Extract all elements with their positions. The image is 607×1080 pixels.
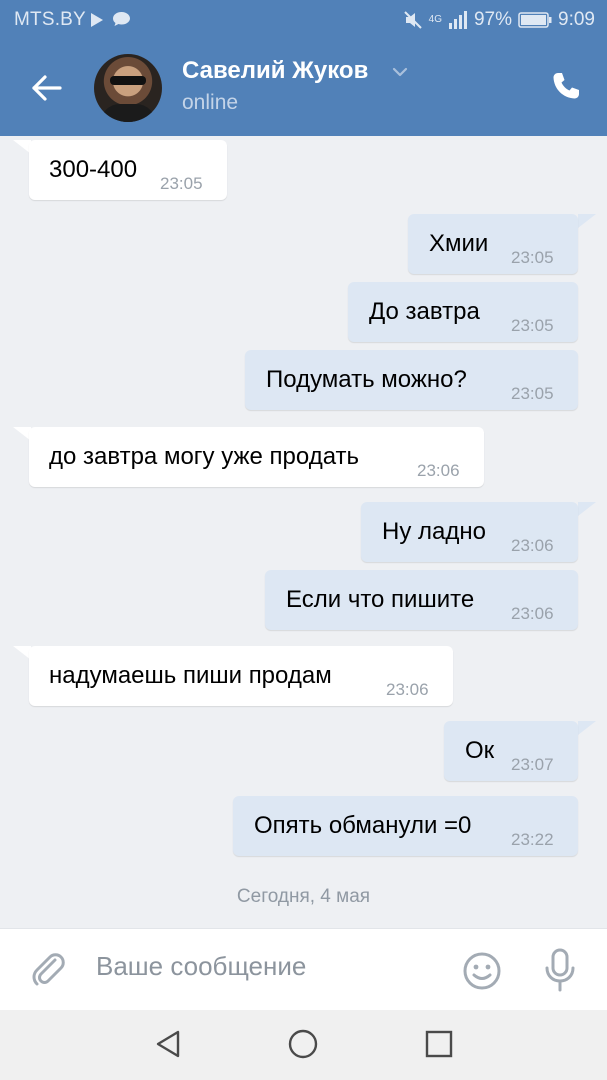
message-text: 300-400 [49,156,138,183]
paperclip-icon[interactable] [28,949,68,989]
message-text: До завтра [369,298,480,325]
message-list[interactable]: 300-400 23:05 Хмии 23:05 До завтра 23:05… [0,136,607,928]
avatar-shirt [100,104,156,122]
message-outgoing[interactable]: Хмии 23:05 [408,214,578,274]
chat-header: Савелий Жуков online [0,40,607,136]
message-time: 23:22 [511,830,554,849]
system-nav-bar [0,1010,607,1080]
message-text: Ну ладно [382,518,486,545]
contact-status: online [182,91,239,114]
avatar-sunglasses [110,76,146,85]
mute-icon [403,11,422,29]
network-type: 4G [428,14,442,25]
chevron-down-icon[interactable] [392,66,408,78]
message-time: 23:05 [160,174,203,193]
nav-home-icon[interactable] [286,1027,320,1061]
message-text: Если что пишите [286,586,475,613]
message-text: Хмии [429,230,489,257]
message-outgoing[interactable]: До завтра 23:05 [348,282,578,342]
back-arrow-icon[interactable] [28,70,64,106]
message-outgoing[interactable]: Ну ладно 23:06 [361,502,578,562]
play-icon [91,13,103,27]
message-time: 23:05 [511,248,554,267]
chat-notification-icon [113,12,130,26]
smile-icon[interactable] [462,951,502,991]
message-time: 23:06 [511,536,554,555]
message-time: 23:06 [386,680,429,699]
message-time: 23:06 [417,461,460,480]
message-time: 23:06 [511,604,554,623]
message-composer: Ваше сообщение [0,928,607,1011]
message-outgoing[interactable]: Ок 23:07 [444,721,578,781]
message-text: Подумать можно? [266,366,467,393]
message-incoming[interactable]: 300-400 23:05 [29,140,227,200]
phone-icon[interactable] [550,70,582,102]
message-time: 23:05 [511,316,554,335]
bubble-tail [578,214,596,228]
clock: 9:09 [558,9,595,30]
message-text: Ок [465,737,495,764]
message-time: 23:05 [511,384,554,403]
battery-icon [518,12,552,28]
message-outgoing[interactable]: Если что пишите 23:06 [265,570,578,630]
bubble-tail [578,502,596,516]
message-text: до завтра могу уже продать [49,443,360,470]
status-bar: MTS.BY 4G 97% 9:09 [0,0,607,40]
message-time: 23:07 [511,755,554,774]
message-input[interactable]: Ваше сообщение [96,951,306,982]
message-text: надумаешь пиши продам [49,662,332,689]
bubble-tail [578,721,596,735]
message-incoming[interactable]: до завтра могу уже продать 23:06 [29,427,484,487]
message-outgoing[interactable]: Подумать можно? 23:05 [245,350,578,410]
message-incoming[interactable]: надумаешь пиши продам 23:06 [29,646,453,706]
signal-icon [448,11,467,29]
status-icons: 4G 97% 9:09 [403,9,595,31]
message-text: Опять обманули =0 [254,812,472,839]
carrier-label: MTS.BY [14,9,86,30]
avatar[interactable] [94,54,162,122]
nav-recents-icon[interactable] [422,1027,456,1061]
microphone-icon[interactable] [540,947,580,993]
message-outgoing[interactable]: Опять обманули =0 23:22 [233,796,578,856]
date-separator: Сегодня, 4 мая [236,886,371,907]
contact-name[interactable]: Савелий Жуков [182,57,368,85]
nav-back-icon[interactable] [152,1027,186,1061]
battery-percent: 97% [473,9,513,30]
